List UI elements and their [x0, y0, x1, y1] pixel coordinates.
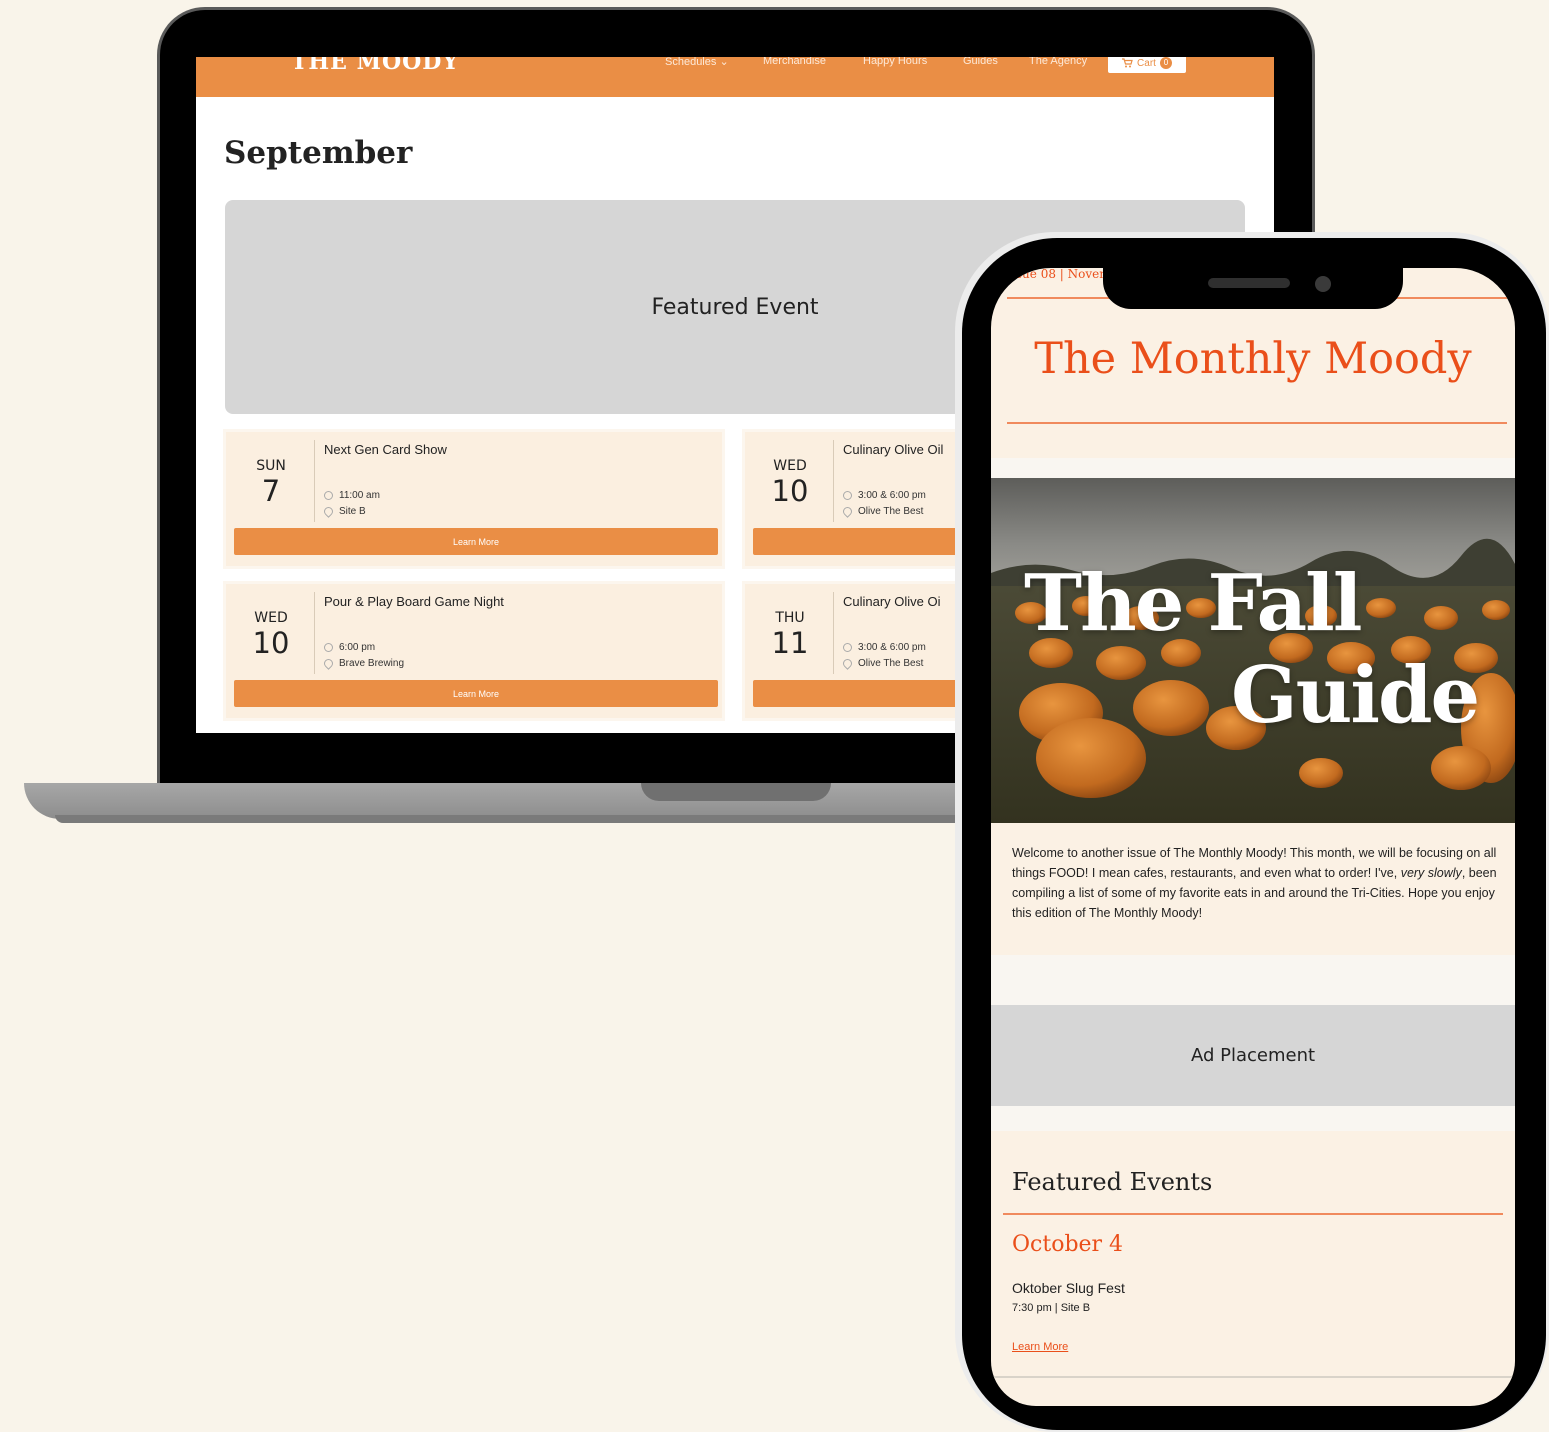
nav-item-schedules[interactable]: Schedules ⌄: [665, 57, 729, 68]
learn-more-button[interactable]: Learn More: [234, 528, 718, 555]
event-location-text: Site B: [339, 506, 366, 517]
page-title: September: [224, 135, 413, 171]
section-divider: [991, 1376, 1515, 1378]
location-pin-icon: [841, 505, 854, 518]
hero-title-line-2: Guide: [1231, 650, 1480, 741]
featured-event-meta: 7:30 pm | Site B: [1012, 1302, 1091, 1314]
featured-event-label: Featured Event: [651, 294, 819, 320]
nav-item-the-agency[interactable]: The Agency: [1029, 57, 1087, 67]
event-time: 11:00 am: [324, 490, 380, 501]
event-location-text: Brave Brewing: [339, 658, 405, 669]
nav-item-merchandise[interactable]: Merchandise: [763, 57, 826, 67]
nav-item-happy-hours[interactable]: Happy Hours: [863, 57, 927, 67]
nav-item-label: Schedules: [665, 57, 717, 68]
event-day-of-week: SUN: [256, 458, 286, 474]
event-location: Olive The Best: [841, 505, 924, 518]
clock-icon: [843, 643, 852, 652]
learn-more-link[interactable]: Learn More: [1012, 1341, 1068, 1353]
ad-placement[interactable]: Ad Placement: [991, 1005, 1515, 1106]
chevron-down-icon: ⌄: [719, 57, 729, 68]
event-day-of-week: WED: [773, 458, 807, 474]
event-time-text: 3:00 & 6:00 pm: [858, 642, 926, 653]
nav-item-guides[interactable]: Guides: [963, 57, 998, 67]
cart-button[interactable]: Cart 0: [1108, 57, 1186, 73]
event-card: WED 10 Pour & Play Board Game Night 6:00…: [223, 581, 725, 721]
intro-section: Welcome to another issue of The Monthly …: [991, 823, 1515, 935]
featured-events-rule: [1003, 1213, 1503, 1215]
event-title: Pour & Play Board Game Night: [324, 594, 504, 609]
event-time-text: 3:00 & 6:00 pm: [858, 490, 926, 501]
laptop-opening-notch: [641, 783, 831, 801]
event-divider: [314, 592, 315, 674]
laptop-base: [24, 783, 1024, 819]
location-pin-icon: [322, 505, 335, 518]
clock-icon: [324, 491, 333, 500]
event-day-number: 7: [261, 474, 281, 508]
intro-emphasis: very slowly: [1400, 866, 1462, 880]
laptop-base-edge: [55, 815, 995, 823]
intro-paragraph: Welcome to another issue of The Monthly …: [1012, 843, 1498, 923]
phone-speaker: [1208, 278, 1290, 288]
section-spacer: [991, 1106, 1515, 1131]
featured-event-name: Oktober Slug Fest: [1012, 1280, 1125, 1296]
learn-more-button[interactable]: Learn More: [234, 680, 718, 707]
event-location: Site B: [322, 505, 366, 518]
event-time: 3:00 & 6:00 pm: [843, 642, 926, 653]
event-day-number: 10: [252, 626, 290, 660]
event-card: SUN 7 Next Gen Card Show 11:00 am Site B…: [223, 429, 725, 569]
section-spacer: [991, 458, 1515, 478]
location-pin-icon: [322, 657, 335, 670]
ad-placement-label: Ad Placement: [1190, 1045, 1316, 1066]
site-logo[interactable]: THE MOODY: [291, 57, 459, 75]
section-spacer: [991, 955, 1515, 1005]
event-location-text: Olive The Best: [858, 658, 924, 669]
event-time: 6:00 pm: [324, 642, 375, 653]
phone-screen: Issue 08 | Novem The Monthly Moody The F…: [991, 268, 1515, 1406]
event-title: Culinary Olive Oil: [843, 442, 944, 457]
featured-events-heading: Featured Events: [1012, 1168, 1213, 1196]
featured-event-date: October 4: [1012, 1232, 1124, 1257]
masthead-bottom-rule: [1007, 422, 1507, 424]
event-location: Olive The Best: [841, 657, 924, 670]
event-title: Next Gen Card Show: [324, 442, 447, 457]
cart-count-badge: 0: [1159, 57, 1172, 69]
cart-label: Cart: [1137, 57, 1156, 69]
event-divider: [833, 592, 834, 674]
cart-icon: [1122, 58, 1133, 68]
event-divider: [833, 440, 834, 522]
event-divider: [314, 440, 315, 522]
event-location: Brave Brewing: [322, 657, 405, 670]
event-location-text: Olive The Best: [858, 506, 924, 517]
hero-image[interactable]: The Fall Guide: [991, 478, 1515, 823]
clock-icon: [324, 643, 333, 652]
event-day-of-week: THU: [775, 610, 805, 626]
event-day-of-week: WED: [254, 610, 288, 626]
event-time: 3:00 & 6:00 pm: [843, 490, 926, 501]
event-title: Culinary Olive Oi: [843, 594, 941, 609]
phone-camera: [1315, 276, 1331, 292]
site-navbar: THE MOODY Schedules ⌄ Merchandise Happy …: [196, 57, 1274, 97]
newsletter-masthead: The Monthly Moody: [1034, 334, 1472, 384]
issue-line: Issue 08 | Novem: [1005, 268, 1111, 281]
location-pin-icon: [841, 657, 854, 670]
clock-icon: [843, 491, 852, 500]
event-day-number: 10: [771, 474, 809, 508]
event-day-number: 11: [771, 626, 809, 660]
hero-title-line-1: The Fall: [1024, 558, 1362, 649]
event-time-text: 6:00 pm: [339, 642, 376, 653]
event-time-text: 11:00 am: [339, 490, 380, 501]
